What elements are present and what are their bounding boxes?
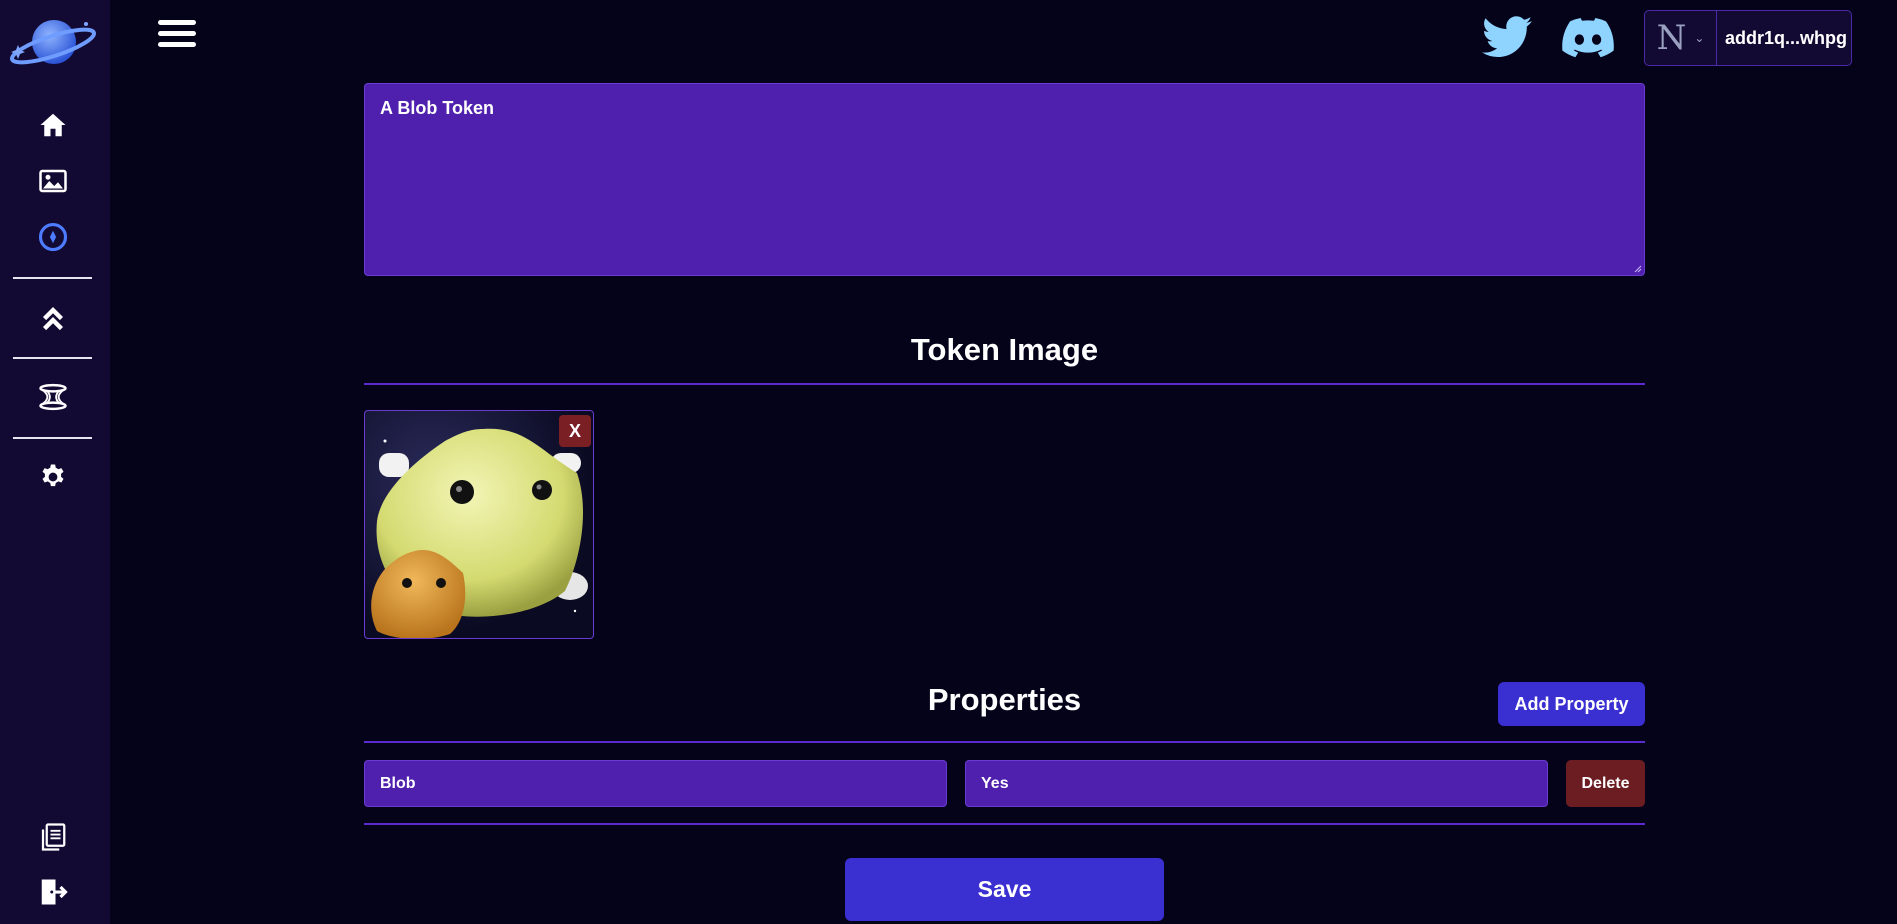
section-divider: [364, 741, 1645, 743]
section-divider: [364, 823, 1645, 825]
description-textarea[interactable]: A Blob Token: [364, 83, 1645, 276]
sidebar-divider: [13, 357, 92, 359]
token-image-preview: X: [364, 410, 594, 639]
wallet-address[interactable]: addr1q...whpg: [1717, 28, 1847, 49]
wallet-connector: N ⌄ addr1q...whpg: [1644, 10, 1852, 66]
network-select[interactable]: N ⌄: [1645, 11, 1717, 65]
add-property-button[interactable]: Add Property: [1498, 682, 1645, 726]
gear-icon: [42, 464, 64, 487]
token-image-title: Token Image: [910, 332, 1099, 367]
discord-icon[interactable]: [1562, 18, 1614, 58]
chevrons-up-icon: [43, 307, 63, 331]
description-text: A Blob Token: [380, 98, 494, 118]
properties-title: Properties: [927, 682, 1082, 717]
section-divider: [364, 383, 1645, 385]
remove-image-button[interactable]: X: [559, 415, 591, 447]
sidebar-item-docs[interactable]: [37, 821, 69, 853]
hamburger-icon[interactable]: [158, 20, 196, 54]
property-value-input[interactable]: Yes: [965, 760, 1548, 807]
sidebar-divider: [13, 437, 92, 439]
chevron-down-icon: ⌄: [1694, 31, 1705, 45]
sidebar-item-home[interactable]: [37, 109, 69, 141]
property-key-input[interactable]: Blob: [364, 760, 947, 807]
sidebar-item-gallery[interactable]: [37, 165, 69, 197]
sidebar: [0, 0, 110, 924]
image-icon: [39, 169, 67, 193]
save-button[interactable]: Save: [845, 858, 1164, 921]
top-header: N ⌄ addr1q...whpg: [110, 0, 1897, 76]
twitter-icon[interactable]: [1482, 16, 1532, 58]
compass-icon: [38, 222, 68, 252]
delete-property-button[interactable]: Delete: [1566, 760, 1645, 807]
sidebar-divider: [13, 277, 92, 279]
planet-logo-icon[interactable]: [8, 14, 98, 70]
logout-icon: [41, 879, 68, 905]
sidebar-item-explore[interactable]: [37, 221, 69, 253]
sidebar-item-settings[interactable]: [37, 461, 69, 493]
resize-handle-icon[interactable]: [1632, 263, 1642, 273]
sidebar-item-logout[interactable]: [37, 876, 69, 908]
network-logo-icon: N: [1656, 18, 1687, 58]
sidebar-item-portal[interactable]: [37, 381, 69, 413]
portal-icon: [39, 383, 67, 411]
documents-icon: [41, 823, 66, 851]
sidebar-item-upgrade[interactable]: [37, 301, 69, 333]
home-icon: [40, 113, 66, 137]
